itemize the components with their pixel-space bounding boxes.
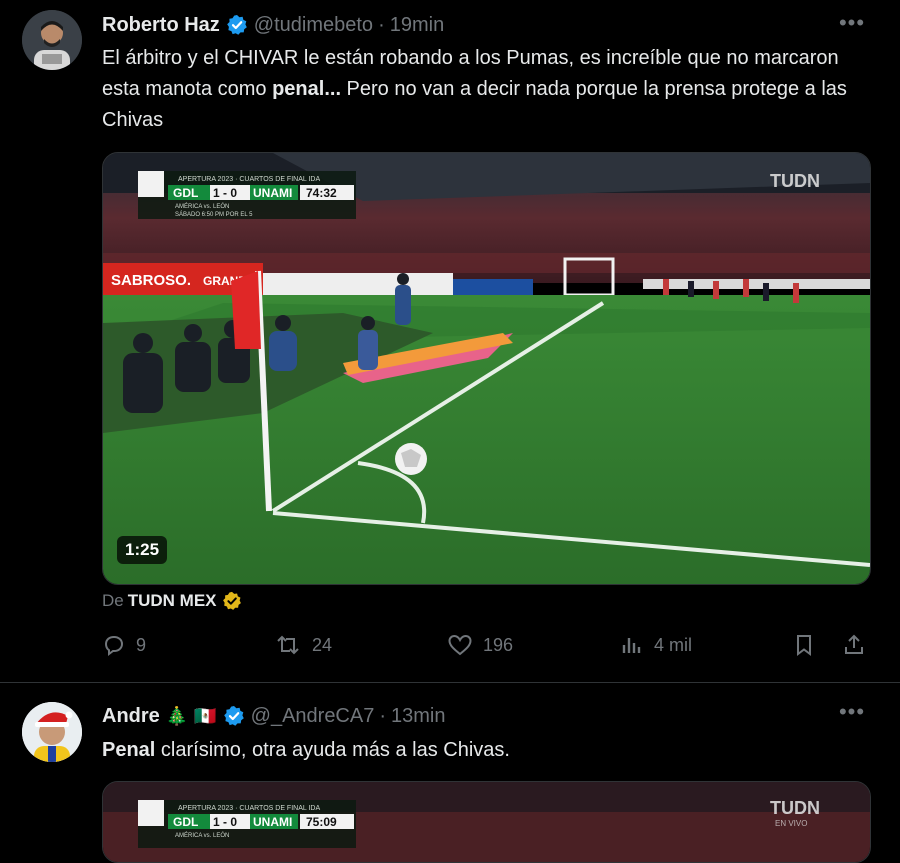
source-name[interactable]: TUDN MEX (128, 591, 217, 611)
tweet-text: Penal clarísimo, otra ayuda más a las Ch… (102, 735, 862, 766)
like-count: 196 (483, 634, 514, 655)
timestamp[interactable]: 19min (390, 14, 444, 37)
bookmark-icon (797, 635, 811, 656)
video-source: De TUDN MEX (102, 591, 242, 611)
separator-dot: · (378, 13, 385, 36)
gold-verified-icon (222, 591, 241, 610)
scoreboard-home: GDL (173, 186, 198, 200)
more-options-icon[interactable]: ••• (838, 701, 866, 725)
video-duration: 1:25 (117, 536, 168, 564)
view-count: 4 mil (654, 634, 693, 655)
timestamp[interactable]: 13min (391, 705, 445, 728)
scoreboard-competition: APERTURA 2023 · CUARTOS DE FINAL IDA (178, 805, 320, 812)
avatar[interactable] (22, 10, 82, 70)
scoreboard-score: 1 - 0 (213, 815, 237, 829)
tweet-text-rest: clarísimo, otra ayuda más a las Chivas. (155, 739, 510, 761)
scoreboard-home: GDL (173, 815, 198, 829)
video-player[interactable]: SABROSO. GRANDE APERTURA 2023 · CUARTOS … (102, 152, 871, 585)
broadcaster-logo: TUDN (770, 171, 820, 191)
source-prefix: De (102, 591, 124, 610)
heart-icon (448, 634, 472, 656)
tweet-header: Roberto Haz @tudimebeto · 19min (102, 10, 444, 40)
author-name[interactable]: Andre (102, 705, 160, 728)
views-button[interactable]: 4 mil (620, 633, 692, 657)
broadcaster-logo: TUDN (770, 798, 820, 818)
retweet-icon (277, 635, 299, 655)
author-name[interactable]: Roberto Haz (102, 14, 220, 37)
scoreboard-score: 1 - 0 (213, 186, 237, 200)
video-player[interactable]: APERTURA 2023 · CUARTOS DE FINAL IDA GDL… (102, 781, 871, 863)
tree-emoji: 🎄 (165, 705, 189, 726)
scoreboard-away: UNAMI (253, 815, 292, 829)
verified-badge-icon (223, 706, 244, 726)
scoreboard-away: UNAMI (253, 186, 292, 200)
scoreboard-clock: 74:32 (306, 186, 337, 200)
like-button[interactable]: 196 (447, 633, 513, 657)
retweet-count: 24 (312, 634, 333, 655)
avatar[interactable] (22, 702, 82, 762)
reply-count: 9 (136, 634, 147, 655)
views-icon (622, 638, 641, 653)
tweet-roberto-haz[interactable]: Roberto Haz @tudimebeto · 19min ••• El á… (0, 0, 900, 683)
tweet-andre[interactable]: Andre 🎄 🇲🇽 @_AndreCA7 · 13min ••• Penal … (0, 683, 900, 863)
tweet-text-bold: penal... (272, 78, 341, 100)
share-icon (845, 634, 863, 654)
scoreboard-competition: APERTURA 2023 · CUARTOS DE FINAL IDA (178, 176, 320, 183)
tweet-text: El árbitro y el CHIVAR le están robando … (102, 43, 862, 136)
scoreboard-clock: 75:09 (306, 815, 337, 829)
reply-icon (104, 635, 124, 656)
more-options-icon[interactable]: ••• (838, 12, 866, 36)
video-frame: SABROSO. GRANDE APERTURA 2023 · CUARTOS … (103, 153, 870, 584)
broadcaster-sub: EN VIVO (775, 819, 807, 828)
reply-button[interactable]: 9 (102, 633, 146, 657)
scoreboard-promo-1: AMÉRICA vs. LEÓN (175, 832, 229, 839)
tweet-text-bold: Penal (102, 739, 156, 761)
video-frame: APERTURA 2023 · CUARTOS DE FINAL IDA GDL… (103, 782, 870, 862)
separator-dot: · (379, 704, 387, 727)
share-button[interactable] (842, 633, 876, 657)
author-handle[interactable]: @_AndreCA7 (251, 705, 375, 728)
bookmark-button[interactable] (792, 633, 826, 657)
retweet-button[interactable]: 24 (274, 633, 332, 657)
ad-board-text-1: SABROSO. (111, 272, 191, 289)
scoreboard-promo-1: AMÉRICA vs. LEÓN (175, 203, 229, 210)
author-handle[interactable]: @tudimebeto (254, 14, 373, 37)
verified-badge-icon (226, 15, 247, 35)
scoreboard-promo-2: SÁBADO 6:50 PM POR EL 5 (175, 211, 253, 218)
tweet-header: Andre 🎄 🇲🇽 @_AndreCA7 · 13min (102, 701, 446, 731)
mexico-flag-emoji: 🇲🇽 (194, 705, 217, 726)
action-bar: 9 24 196 4 mil (102, 633, 872, 665)
